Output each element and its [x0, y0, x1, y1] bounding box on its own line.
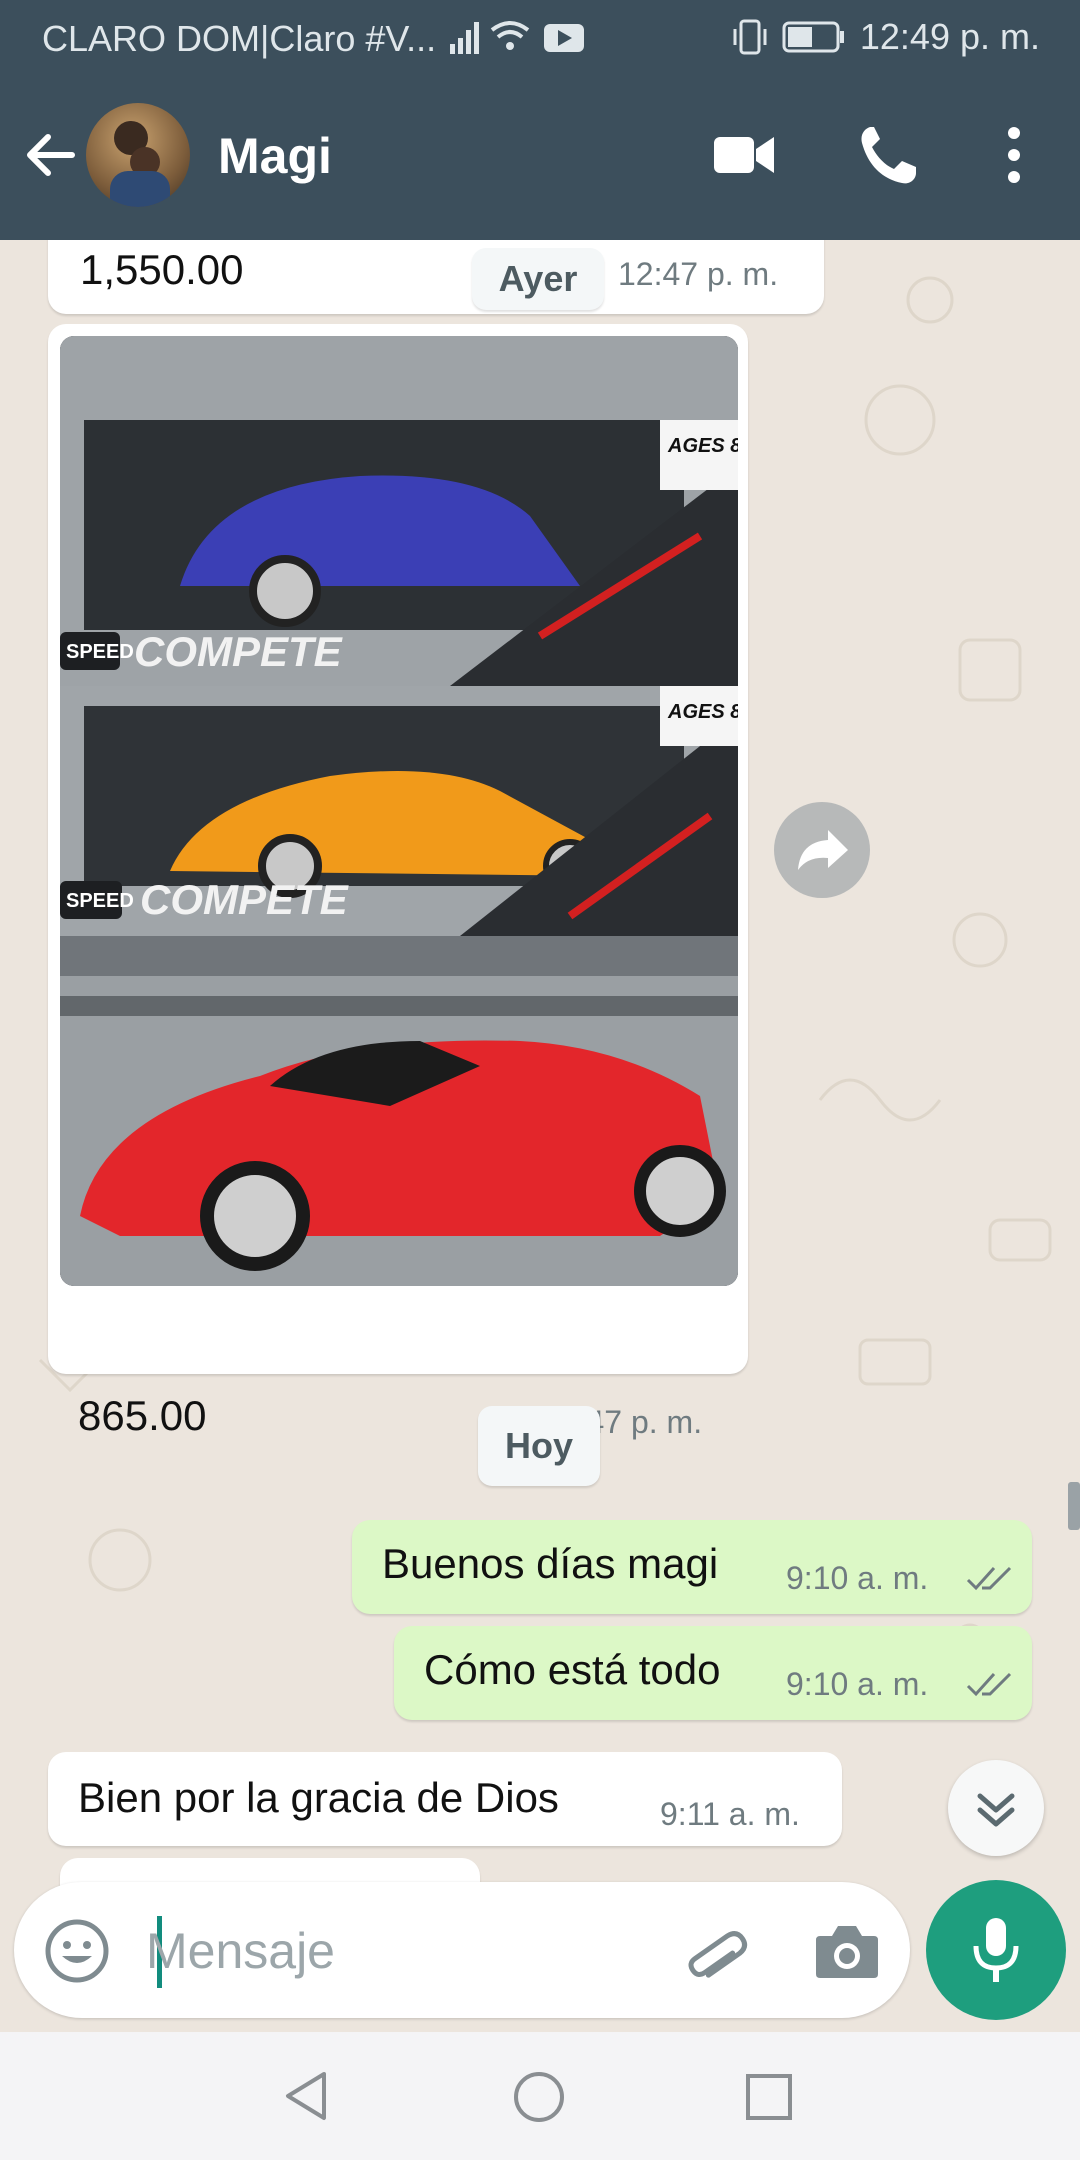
camera-icon[interactable] [814, 1920, 880, 1980]
date-chip: Hoy [478, 1406, 600, 1486]
date-chip: Ayer [472, 248, 604, 310]
message-time: 9:10 a. m. [786, 1560, 929, 1596]
mic-icon [973, 1918, 1019, 1982]
toy-cars-image: SPEED COMPETE AGES 8+ SPEED COMPETE AGES… [60, 336, 738, 1286]
svg-text:AGES 8+: AGES 8+ [667, 701, 738, 723]
read-ticks-icon [966, 1566, 1012, 1591]
forward-button[interactable] [774, 802, 870, 898]
message-text: Bien por la gracia de Dios [78, 1774, 559, 1821]
message-bubble-incoming[interactable]: 1,550.00 12:47 p. m. [48, 240, 824, 314]
double-chevron-down-icon [977, 1793, 1015, 1827]
chat-area[interactable]: 1,550.00 12:47 p. m. Ayer SPEED COMPETE … [0, 240, 1080, 2032]
vibrate-icon [733, 19, 767, 55]
message-composer [14, 1882, 910, 2018]
status-right: 12:49 p. m. [732, 16, 1040, 58]
scrollbar-thumb[interactable] [1068, 1482, 1080, 1530]
back-arrow-icon[interactable] [22, 127, 78, 183]
message-input[interactable] [144, 1912, 688, 1990]
svg-text:SPEED: SPEED [66, 890, 134, 912]
more-vert-icon[interactable] [998, 123, 1030, 187]
chat-header: Magi [0, 75, 1080, 240]
signal-wifi-icons [448, 16, 588, 67]
message-text: Cómo está todo [424, 1646, 721, 1693]
emoji-icon[interactable] [44, 1918, 110, 1984]
svg-text:AGES 8+: AGES 8+ [667, 435, 738, 457]
attach-icon[interactable] [680, 1920, 750, 1990]
message-bubble-incoming[interactable]: Bien por la gracia de Dios 9:11 a. m. [48, 1752, 842, 1846]
status-bar: CLARO DOM|Claro #V... 12:49 p. m. [0, 0, 1080, 75]
message-time: 12:47 p. m. [618, 256, 779, 292]
system-nav-bar [0, 2032, 1080, 2160]
message-bubble-outgoing[interactable]: Cómo está todo 9:10 a. m. [394, 1626, 1032, 1720]
svg-text:SPEED: SPEED [66, 641, 134, 663]
scroll-to-bottom-button[interactable] [948, 1760, 1044, 1856]
svg-text:COMPETE: COMPETE [134, 628, 344, 675]
nav-back-icon[interactable] [280, 2070, 332, 2122]
message-time: 9:11 a. m. [660, 1796, 800, 1832]
message-text: Buenos días magi [382, 1540, 719, 1587]
video-call-icon[interactable] [712, 123, 776, 187]
image-message-bubble[interactable]: SPEED COMPETE AGES 8+ SPEED COMPETE AGES… [48, 324, 748, 1440]
contact-avatar[interactable] [86, 103, 190, 207]
message-text: 1,550.00 [80, 246, 244, 293]
nav-home-icon[interactable] [512, 2070, 566, 2124]
message-time: 9:10 a. m. [786, 1666, 929, 1702]
image-caption: 865.00 [78, 1392, 207, 1439]
svg-text:COMPETE: COMPETE [140, 876, 350, 923]
contact-name[interactable]: Magi [218, 127, 332, 185]
battery-icon [782, 21, 844, 53]
nav-recents-icon[interactable] [744, 2072, 794, 2122]
forward-icon [798, 830, 848, 870]
carrier-label: CLARO DOM|Claro #V... [42, 18, 437, 59]
status-time: 12:49 p. m. [859, 16, 1040, 57]
voice-record-button[interactable] [926, 1880, 1066, 2020]
read-ticks-icon [966, 1672, 1012, 1697]
toy-cars-photo[interactable]: SPEED COMPETE AGES 8+ SPEED COMPETE AGES… [60, 336, 738, 1286]
phone-call-icon[interactable] [858, 123, 918, 187]
message-bubble-outgoing[interactable]: Buenos días magi 9:10 a. m. [352, 1520, 1032, 1614]
